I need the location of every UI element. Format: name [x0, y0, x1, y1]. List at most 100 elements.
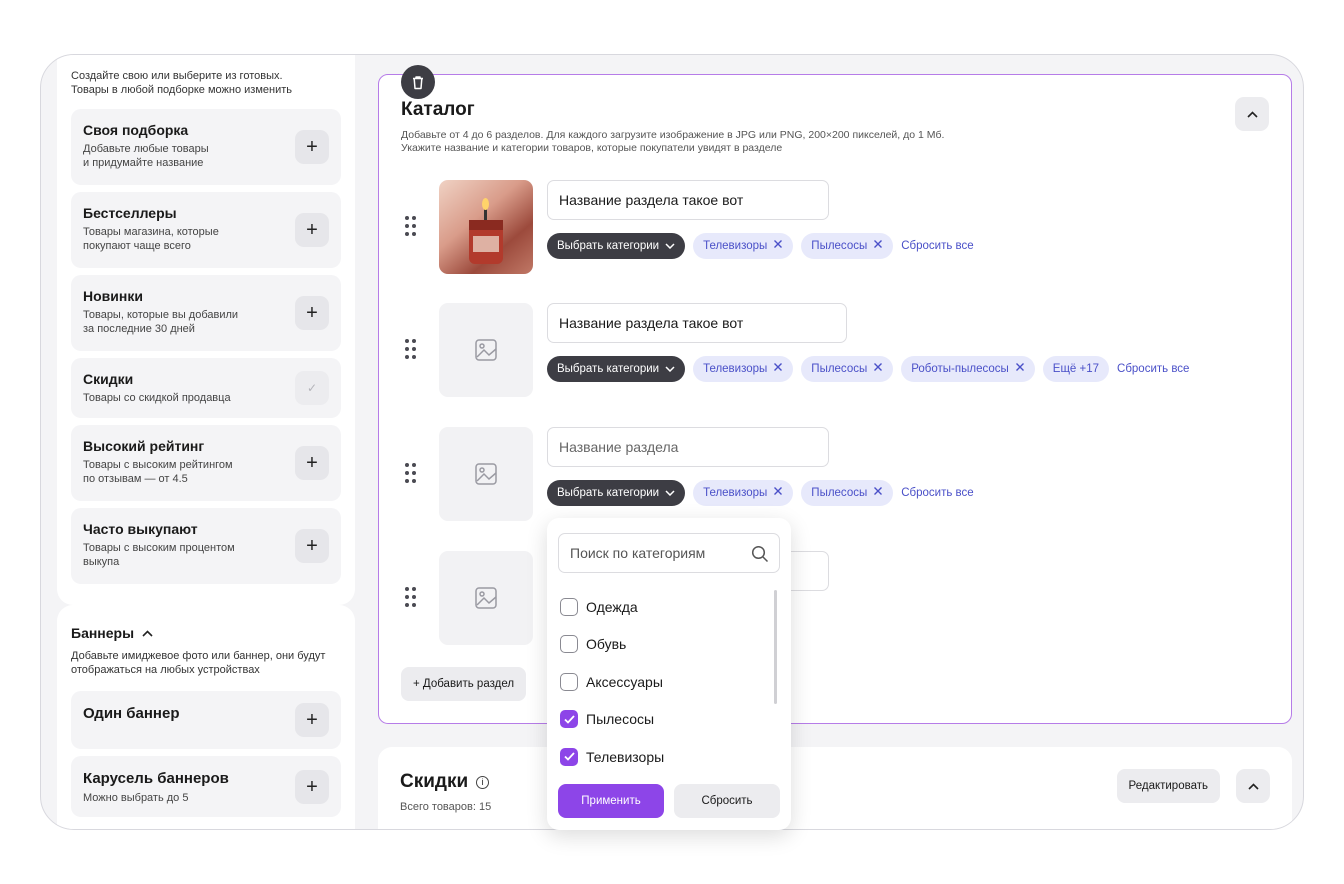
reset-all-link[interactable]: Сбросить все [901, 240, 973, 252]
category-chip[interactable]: Телевизоры [693, 480, 794, 506]
category-chip[interactable]: Роботы-пылесосы [901, 356, 1035, 382]
close-icon[interactable] [873, 356, 883, 382]
category-chip[interactable]: Телевизоры [693, 356, 794, 382]
upload-image-button[interactable] [439, 303, 533, 397]
option-title: Один баннер [83, 705, 180, 722]
drag-handle-icon[interactable] [405, 216, 419, 238]
close-icon[interactable] [773, 480, 783, 506]
collection-option[interactable]: Скидки Товары со скидкой продавца ✓ [71, 358, 341, 418]
banners-title: Баннеры [71, 625, 135, 641]
chevron-up-icon [1246, 110, 1258, 118]
category-search-input[interactable]: Поиск по категориям [558, 533, 780, 573]
collection-option[interactable]: Бестселлеры Товары магазина, которые поку… [71, 192, 341, 268]
option-title: Высокий рейтинг [83, 438, 205, 454]
image-placeholder-icon [475, 463, 497, 485]
close-icon[interactable] [873, 233, 883, 259]
category-chip[interactable]: Телевизоры [693, 233, 794, 259]
apply-button[interactable]: Применить [558, 784, 664, 818]
banner-option[interactable]: Один баннер + [71, 691, 341, 749]
option-title: Своя подборка [83, 122, 189, 138]
add-section-button[interactable]: + Добавить раздел [401, 667, 527, 701]
section-image[interactable] [439, 180, 533, 274]
close-icon[interactable] [873, 480, 883, 506]
catalog-description: Добавьте от 4 до 6 разделов. Для каждого… [401, 129, 945, 154]
reset-button[interactable]: Сбросить [674, 784, 780, 818]
reset-all-link[interactable]: Сбросить все [901, 487, 973, 499]
banners-header[interactable]: Баннеры [71, 625, 341, 641]
category-option[interactable]: Телевизоры [560, 738, 760, 776]
discounts-block: Скидки i Всего товаров: 15 Редактировать [378, 747, 1292, 829]
discounts-title: Скидки [400, 771, 469, 792]
candle-photo [469, 198, 503, 264]
edit-button[interactable]: Редактировать [1116, 769, 1220, 803]
add-option-button[interactable]: + [295, 769, 329, 804]
add-option-button[interactable]: + [295, 130, 329, 164]
category-option[interactable]: Аксессуары [560, 663, 760, 701]
close-icon[interactable] [773, 233, 783, 259]
category-option-label: Обувь [586, 636, 627, 653]
category-option[interactable]: Одежда [560, 588, 760, 626]
check-icon [563, 752, 575, 762]
drag-handle-icon[interactable] [405, 587, 419, 609]
banner-option[interactable]: Карусель баннеров Можно выбрать до 5 + [71, 756, 341, 817]
banners-card: Баннеры Добавьте имиджевое фото или банн… [57, 605, 355, 829]
chip-label: Пылесосы [811, 487, 868, 499]
choose-categories-button[interactable]: Выбрать категории [547, 480, 686, 506]
more-categories-chip[interactable]: Ещё +17 [1042, 356, 1110, 382]
collection-option[interactable]: Часто выкупают Товары с высоким процентом… [71, 508, 341, 584]
category-chip[interactable]: Пылесосы [801, 480, 894, 506]
section-name-input[interactable]: Название раздела [547, 427, 829, 467]
chevron-up-icon [142, 629, 153, 637]
image-placeholder-icon [475, 587, 497, 609]
category-chip[interactable]: Пылесосы [801, 356, 894, 382]
upload-image-button[interactable] [439, 551, 533, 645]
close-icon[interactable] [1015, 356, 1025, 382]
choose-categories-button[interactable]: Выбрать категории [547, 356, 686, 382]
collection-options: Своя подборка Добавьте любые товары и при… [71, 109, 341, 584]
category-option-label: Одежда [586, 598, 638, 615]
close-icon[interactable] [773, 356, 783, 382]
collections-intro: Создайте свою или выберите из готовых. Т… [71, 70, 292, 96]
category-chips: Выбрать категории Телевизоры Пылесосы Сброс… [547, 233, 974, 259]
section-name-input[interactable]: Название раздела такое вот [547, 180, 829, 220]
category-option[interactable]: Пылесосы [560, 701, 760, 739]
drag-handle-icon[interactable] [405, 463, 419, 485]
checkbox-checked[interactable] [560, 710, 578, 729]
checkbox-checked[interactable] [560, 747, 578, 766]
catalog-section-row: Название раздела такое вот Выбрать катего… [379, 303, 1279, 399]
collection-option[interactable]: Новинки Товары, которые вы добавили за по… [71, 275, 341, 351]
option-title: Карусель баннеров [83, 770, 229, 787]
options-scrollbar[interactable] [774, 590, 777, 704]
category-chip[interactable]: Пылесосы [801, 233, 894, 259]
search-placeholder: Поиск по категориям [570, 545, 706, 561]
checkbox[interactable] [560, 597, 578, 616]
collection-option[interactable]: Своя подборка Добавьте любые товары и при… [71, 109, 341, 185]
collapse-catalog-button[interactable] [1235, 97, 1269, 131]
section-name-input[interactable]: Название раздела такое вот [547, 303, 847, 343]
catalog-title: Каталог [401, 99, 475, 120]
delete-block-button[interactable] [401, 65, 435, 99]
category-option[interactable]: Обувь [560, 626, 760, 664]
category-option-label: Телевизоры [586, 748, 665, 765]
add-option-button[interactable]: + [295, 213, 329, 247]
trash-icon [413, 75, 423, 89]
chip-label: Телевизоры [703, 240, 768, 252]
add-option-button[interactable]: + [295, 529, 329, 563]
add-option-button[interactable]: + [295, 296, 329, 330]
reset-all-link[interactable]: Сбросить все [1117, 363, 1189, 375]
checkbox[interactable] [560, 672, 578, 691]
option-title: Часто выкупают [83, 521, 198, 537]
category-chips: Выбрать категории Телевизоры Пылесосы Сброс… [547, 480, 974, 506]
choose-categories-button[interactable]: Выбрать категории [547, 233, 686, 259]
choose-categories-label: Выбрать категории [557, 240, 660, 252]
option-description: Можно выбрать до 5 [83, 792, 189, 804]
add-option-button[interactable]: + [295, 703, 329, 737]
upload-image-button[interactable] [439, 427, 533, 521]
add-option-button[interactable]: + [295, 446, 329, 480]
collapse-discounts-button[interactable] [1236, 769, 1270, 803]
checkbox[interactable] [560, 635, 578, 654]
image-placeholder-icon [475, 339, 497, 361]
collection-option[interactable]: Высокий рейтинг Товары с высоким рейтинго… [71, 425, 341, 501]
info-icon[interactable]: i [476, 775, 490, 789]
drag-handle-icon[interactable] [405, 339, 419, 361]
